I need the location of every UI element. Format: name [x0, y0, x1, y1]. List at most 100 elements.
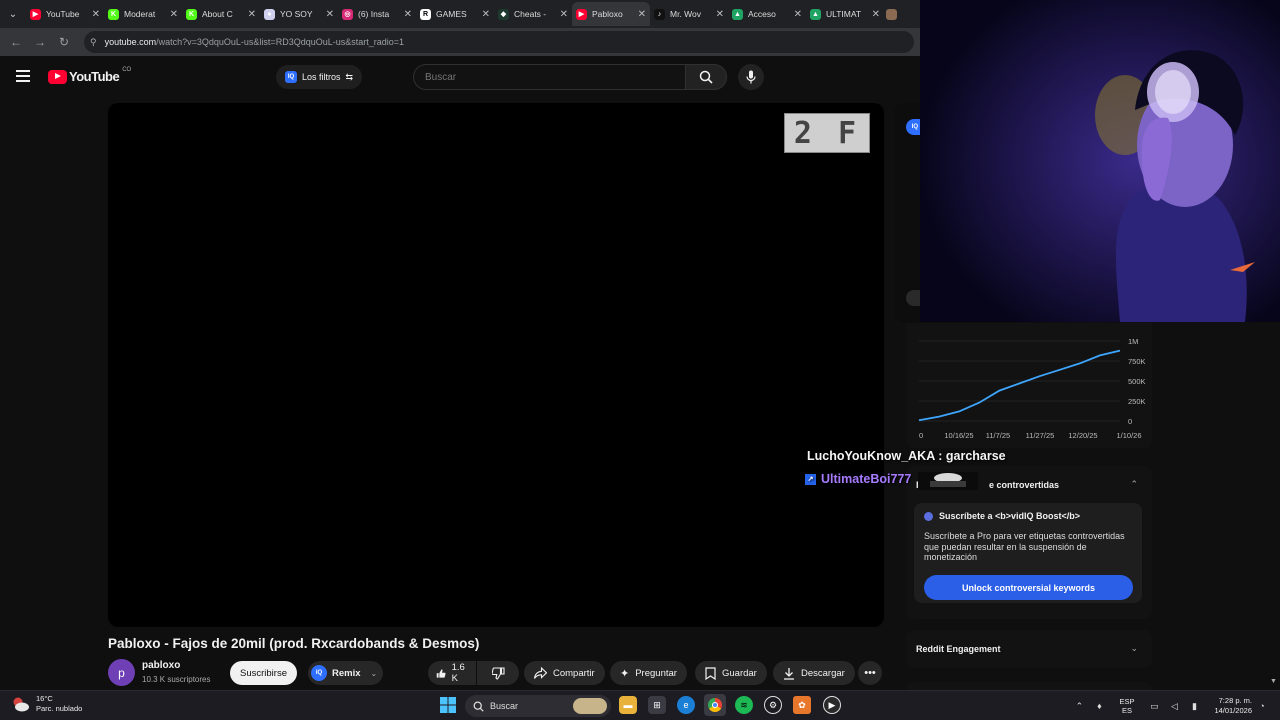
notification-bell-icon[interactable]: ◔ — [1257, 701, 1267, 711]
like-button[interactable]: 1.6 K — [428, 661, 476, 685]
tab-close-icon[interactable]: ✕ — [170, 9, 178, 20]
menu-icon[interactable] — [16, 70, 30, 82]
reddit-engagement-panel[interactable]: Reddit Engagement ⌄ — [906, 630, 1152, 668]
scroll-down-arrow-icon[interactable]: ▼ — [1270, 678, 1277, 685]
tab-close-icon[interactable]: ✕ — [326, 9, 334, 20]
battery-icon[interactable]: ▮ — [1189, 701, 1199, 711]
boost-heading: Suscríbete a <b>vidIQ Boost</b> — [924, 511, 1080, 521]
browser-tab[interactable]: ▶ Pabloxo ✕ — [572, 2, 650, 26]
tab-favicon-icon: ● — [264, 8, 275, 20]
reddit-engagement-title: Reddit Engagement — [916, 644, 1001, 654]
browser-tab[interactable]: ◎ (6) Insta ✕ — [338, 2, 416, 26]
chart-x-tick-label: 10/16/25 — [944, 431, 973, 440]
tab-search-chevron-icon[interactable]: ⌄ — [0, 0, 26, 28]
media-player-icon[interactable]: ▶ — [823, 696, 841, 714]
browser-tab[interactable]: ♪ Mr. Wov ✕ — [650, 2, 728, 26]
tray-overflow-icon[interactable]: ⌃ — [1074, 701, 1084, 711]
browser-tab[interactable]: ▲ ULTIMAT ✕ — [806, 2, 884, 26]
panel-toggle[interactable] — [906, 290, 920, 306]
search-input[interactable] — [413, 64, 685, 90]
temperature: 16°C — [36, 694, 53, 703]
tab-title: YouTube — [46, 9, 80, 19]
forward-arrow-icon[interactable]: → — [28, 30, 52, 54]
search-button[interactable] — [685, 64, 727, 90]
tab-close-icon[interactable]: ✕ — [248, 9, 256, 20]
taskbar-search[interactable]: Buscar — [465, 695, 611, 717]
youtube-logo[interactable]: YouTube CO — [48, 67, 131, 84]
microsoft-store-icon[interactable]: ⊞ — [648, 696, 666, 714]
browser-tab[interactable]: R GAMES ✕ — [416, 2, 494, 26]
back-arrow-icon[interactable]: ← — [4, 30, 28, 54]
remix-button[interactable]: IQ Remix ⌄ — [308, 661, 384, 685]
tab-close-icon[interactable]: ✕ — [404, 9, 412, 20]
browser-tab-strip: ⌄ ▶ YouTube ✕ K Moderat ✕ K About C ✕ ● YO SOY ✕ ◎ (6… — [0, 0, 920, 28]
chevron-up-icon[interactable]: ⌃ — [1130, 479, 1138, 490]
tab-overflow[interactable] — [884, 2, 906, 26]
unlock-keywords-button[interactable]: Unlock controversial keywords — [924, 575, 1133, 600]
save-button[interactable]: Guardar — [695, 661, 767, 685]
chevron-down-icon: ⌄ — [370, 668, 378, 678]
chrome-icon[interactable] — [704, 694, 726, 716]
tab-close-icon[interactable]: ✕ — [794, 9, 802, 20]
dislike-button[interactable] — [477, 661, 519, 685]
vidiq-boost-card: Suscríbete a <b>vidIQ Boost</b> Suscríbe… — [914, 503, 1142, 603]
reload-icon[interactable]: ↻ — [52, 30, 76, 54]
channel-avatar[interactable]: p — [108, 659, 135, 686]
next-panel — [906, 682, 1152, 690]
stream-chat-user: ↗ UltimateBoi777 — [805, 472, 911, 486]
vidiq-filters-button[interactable]: IQ Los filtros ⇆ — [276, 65, 363, 89]
tab-title: (6) Insta — [358, 9, 390, 19]
browser-tab[interactable]: K Moderat ✕ — [104, 2, 182, 26]
browser-tab[interactable]: ▲ Acceso ✕ — [728, 2, 806, 26]
windows-taskbar: 16°C Parc. nublado Buscar ▬ ⊞ e ≋ ⚙ ✿ ▶ ⌃… — [0, 690, 1280, 720]
subscribe-button[interactable]: Suscribirse — [230, 661, 297, 685]
ask-button[interactable]: ✦ Preguntar — [610, 661, 687, 685]
browser-tab[interactable]: ◆ Cheats - ✕ — [494, 2, 572, 26]
tab-close-icon[interactable]: ✕ — [638, 9, 646, 20]
clock-date: 14/01/2026 — [1214, 706, 1252, 715]
tab-title: Pabloxo — [592, 9, 623, 19]
channel-name[interactable]: pabloxo — [142, 660, 180, 671]
share-icon — [534, 667, 547, 679]
fl-studio-icon[interactable]: ✿ — [793, 696, 811, 714]
address-bar[interactable]: ⚲ youtube.com/watch?v=3QdquOuL-us&list=R… — [84, 31, 914, 53]
tab-favicon-icon: K — [108, 8, 119, 20]
settings-gear-icon[interactable]: ⚙ — [764, 696, 782, 714]
tab-close-icon[interactable]: ✕ — [872, 9, 880, 20]
search-icon — [473, 701, 484, 712]
browser-tab[interactable]: ● YO SOY ✕ — [260, 2, 338, 26]
browser-tab[interactable]: ▶ YouTube ✕ — [26, 2, 104, 26]
microphone-icon[interactable]: ♦ — [1094, 701, 1104, 711]
tab-favicon-icon: ▲ — [810, 8, 821, 20]
tab-close-icon[interactable]: ✕ — [92, 9, 100, 20]
tab-close-icon[interactable]: ✕ — [716, 9, 724, 20]
site-info-icon[interactable]: ⚲ — [90, 37, 97, 48]
voice-search-button[interactable] — [738, 64, 764, 90]
url-path: /watch?v=3QdquOuL-us&list=RD3QdquOuL-us&… — [156, 37, 405, 47]
vidiq-logo-icon — [924, 511, 933, 521]
network-icon[interactable]: ▭ — [1149, 701, 1159, 711]
volume-icon[interactable]: ◁ — [1169, 701, 1179, 711]
share-button[interactable]: Compartir — [524, 661, 605, 685]
input-language[interactable]: ESP ES — [1119, 697, 1134, 715]
edge-icon[interactable]: e — [677, 696, 695, 714]
file-explorer-icon[interactable]: ▬ — [619, 696, 637, 714]
remix-label: Remix — [332, 667, 361, 679]
tab-favicon-icon: ▲ — [732, 8, 743, 20]
windows-start-icon[interactable] — [440, 697, 456, 713]
tab-title: Moderat — [124, 9, 156, 19]
chart-x-tick-label: 11/7/25 — [986, 431, 1010, 440]
more-actions-icon[interactable]: ••• — [858, 661, 882, 685]
weather-widget[interactable]: 16°C Parc. nublado — [10, 694, 82, 714]
tab-title: Cheats - — [514, 9, 547, 19]
tab-close-icon[interactable]: ✕ — [482, 9, 490, 20]
browser-tab[interactable]: K About C ✕ — [182, 2, 260, 26]
vidiq-panel-icon[interactable]: IQ — [906, 119, 920, 135]
tab-favicon-icon: ▶ — [30, 8, 41, 20]
download-button[interactable]: Descargar — [773, 661, 855, 685]
tab-close-icon[interactable]: ✕ — [560, 9, 568, 20]
video-player[interactable]: 2 F — [108, 103, 884, 627]
clock[interactable]: 7:28 p. m. 14/01/2026 — [1214, 696, 1252, 716]
spotify-icon[interactable]: ≋ — [735, 696, 753, 714]
save-label: Guardar — [722, 667, 757, 679]
